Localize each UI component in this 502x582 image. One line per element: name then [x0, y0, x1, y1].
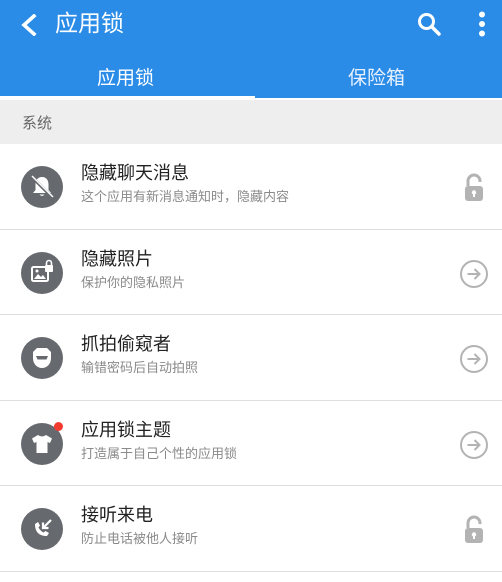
section-header: 系统	[0, 100, 502, 144]
item-title: 抓拍偷窥者	[81, 334, 171, 355]
list-item-catch-intruder[interactable]: 抓拍偷窥者 输错密码后自动拍照	[0, 315, 502, 401]
back-arrow-icon[interactable]	[14, 10, 44, 40]
list-item-lock-theme[interactable]: 应用锁主题 打造属于自己个性的应用锁	[0, 400, 502, 486]
section-label: 系统	[22, 114, 53, 132]
unlocked-padlock-icon[interactable]	[458, 514, 490, 546]
item-subtitle: 打造属于自己个性的应用锁	[81, 446, 238, 462]
item-subtitle: 输错密码后自动拍照	[81, 361, 199, 376]
item-subtitle: 保护你的隐私照片	[81, 275, 186, 291]
tab-indicator	[0, 96, 255, 99]
list-item-hide-photos[interactable]: 隐藏照片 保护你的隐私照片	[0, 229, 502, 315]
incoming-call-icon	[21, 508, 63, 550]
tab-bar: 应用锁 保险箱	[0, 55, 502, 98]
item-title: 隐藏聊天消息	[81, 163, 189, 184]
list-item-hide-chat[interactable]: 隐藏聊天消息 这个应用有新消息通知时，隐藏内容	[0, 144, 502, 230]
item-title: 接听来电	[81, 505, 153, 526]
search-icon[interactable]	[414, 9, 444, 39]
more-vert-icon[interactable]	[470, 9, 494, 39]
arrow-circle-right-icon[interactable]	[458, 258, 490, 290]
arrow-circle-right-icon[interactable]	[458, 343, 490, 375]
item-subtitle: 这个应用有新消息通知时，隐藏内容	[81, 190, 290, 205]
muted-bell-icon	[21, 166, 63, 208]
item-title: 隐藏照片	[81, 248, 153, 270]
tab-app-lock[interactable]: 应用锁	[0, 55, 251, 98]
new-badge	[54, 421, 63, 431]
arrow-circle-right-icon[interactable]	[458, 429, 490, 461]
list-item-answer-calls[interactable]: 接听来电 防止电话被他人接听	[0, 486, 502, 572]
tab-vault[interactable]: 保险箱	[251, 55, 502, 98]
item-title: 应用锁主题	[81, 419, 171, 441]
spy-face-icon	[21, 337, 63, 379]
app-bar: 应用锁 应用锁 保险箱	[0, 0, 502, 99]
locked-photo-icon	[21, 251, 63, 294]
toolbar: 应用锁	[0, 0, 502, 50]
feature-list: 隐藏聊天消息 这个应用有新消息通知时，隐藏内容 隐藏照片 保护你的隐私照片 抓拍…	[0, 144, 502, 572]
unlocked-padlock-icon[interactable]	[458, 172, 490, 204]
item-subtitle: 防止电话被他人接听	[81, 532, 199, 547]
page-title: 应用锁	[55, 11, 124, 37]
